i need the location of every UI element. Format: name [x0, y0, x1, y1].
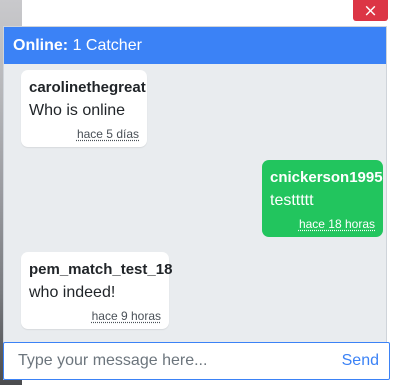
message-text: testtttt	[270, 192, 314, 209]
chat-header: Online: 1 Catcher	[4, 27, 386, 64]
online-count: 1 Catcher	[72, 37, 142, 54]
message-text: who indeed!	[29, 284, 116, 301]
chat-window: Online: 1 Catcher carolinethegreat Who i…	[3, 26, 387, 380]
send-button[interactable]: Send	[342, 343, 379, 379]
message-timestamp: hace 9 horas	[91, 309, 161, 323]
message-sender: carolinethegreat	[29, 79, 146, 96]
close-button[interactable]: ×	[353, 0, 388, 21]
message-bubble: pem_match_test_18 who indeed! hace 9 hor…	[21, 252, 173, 329]
message-sender: cnickerson1995	[270, 169, 383, 186]
message-timestamp: hace 18 horas	[298, 217, 375, 231]
message-timestamp: hace 5 días	[76, 127, 139, 141]
message-input[interactable]	[4, 343, 314, 379]
message-bubble-own: cnickerson1995 testtttt hace 18 horas	[262, 160, 383, 237]
message-bubble: carolinethegreat Who is online hace 5 dí…	[21, 70, 147, 147]
message-text: Who is online	[29, 102, 126, 119]
online-label: Online:	[13, 37, 69, 54]
message-sender: pem_match_test_18	[29, 261, 173, 278]
message-composer: Send	[3, 342, 390, 380]
